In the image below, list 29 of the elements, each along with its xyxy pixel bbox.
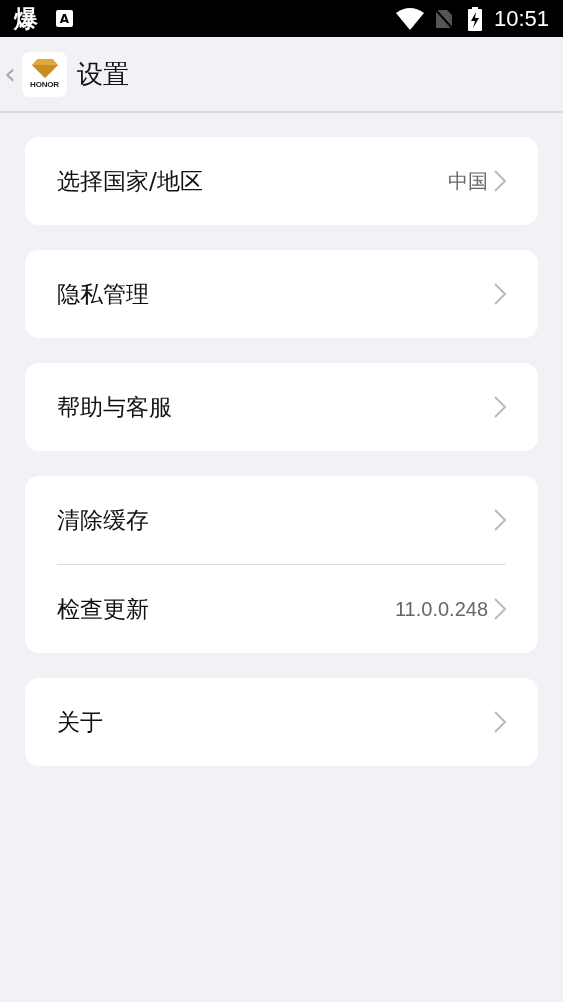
row-label: 检查更新 (57, 594, 150, 624)
notification-icon: 爆 (14, 6, 38, 31)
row-label: 清除缓存 (57, 505, 150, 535)
row-label: 隐私管理 (57, 279, 150, 309)
settings-row[interactable]: 选择国家/地区 中国 (57, 137, 506, 225)
settings-row[interactable]: 检查更新 11.0.0.248 (57, 564, 506, 653)
chevron-right-icon (494, 396, 506, 418)
page-title: 设置 (77, 57, 129, 91)
clock-time: 10:51 (493, 5, 549, 32)
no-sim-icon (433, 7, 454, 30)
row-value: 11.0.0.248 (394, 597, 488, 621)
row-label: 选择国家/地区 (57, 166, 204, 196)
row-label: 关于 (57, 707, 104, 737)
row-label: 帮助与客服 (57, 392, 173, 422)
chevron-right-icon (494, 170, 506, 192)
chevron-right-icon (494, 283, 506, 305)
settings-row[interactable]: 关于 (57, 678, 506, 766)
settings-row[interactable]: 隐私管理 (57, 250, 506, 338)
wifi-icon (395, 7, 424, 30)
chevron-right-icon (494, 598, 506, 620)
diamond-icon (31, 59, 58, 78)
settings-row[interactable]: 清除缓存 (57, 476, 506, 564)
keyboard-icon: A (56, 10, 73, 27)
battery-charging-icon (467, 6, 482, 31)
chevron-right-icon (494, 711, 506, 733)
logo-text: HONOR (30, 80, 59, 89)
row-value: 中国 (448, 168, 488, 194)
settings-row[interactable]: 帮助与客服 (57, 363, 506, 451)
chevron-right-icon (494, 509, 506, 531)
